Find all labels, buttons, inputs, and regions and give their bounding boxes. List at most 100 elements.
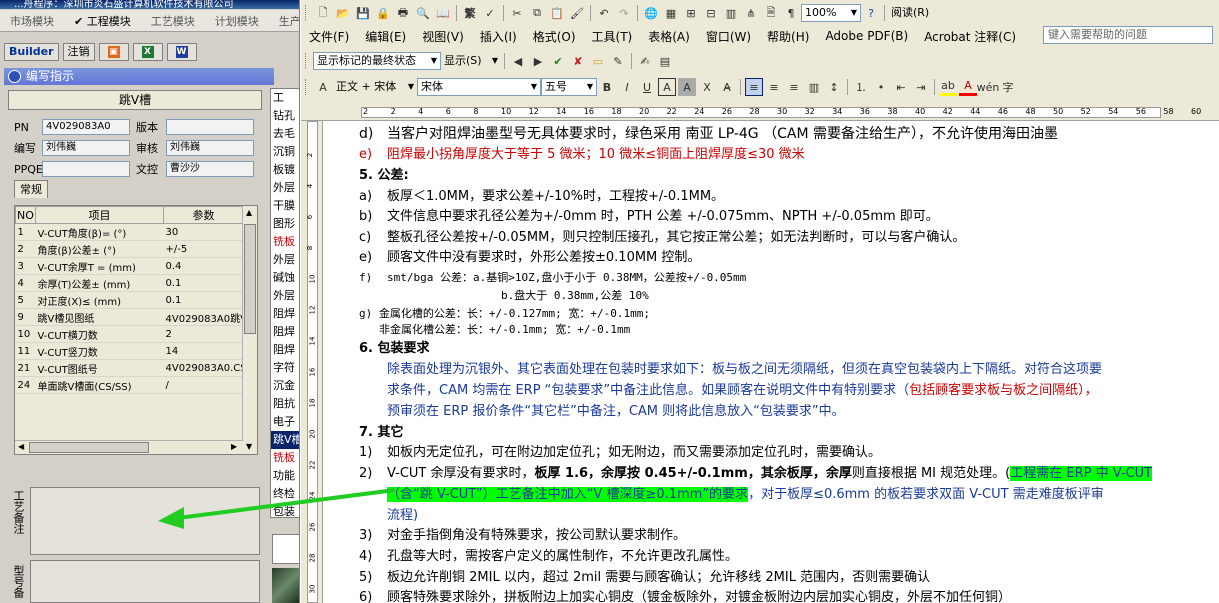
research-icon[interactable]: 📖 [434,4,452,22]
next-change-icon[interactable]: ▶ [529,52,547,70]
row-no[interactable]: 9 [15,308,36,326]
logout-button[interactable]: 注销 [62,43,95,61]
scroll-up-icon[interactable]: ▲ [246,208,252,217]
menu-item[interactable]: 窗口(W) [698,28,759,45]
row-item[interactable]: V-CUT角度(β)= (°) [35,223,164,241]
row-no[interactable]: 2 [15,240,36,258]
process-step-item[interactable]: 工 [271,89,299,107]
model-memo-field[interactable] [30,560,260,603]
trad-simp-icon[interactable]: 繁 [461,4,479,22]
enclose-char-icon[interactable]: 字 [999,78,1017,96]
char-border-icon[interactable]: A [658,78,676,96]
text-effects-icon[interactable]: A̴ [718,78,736,96]
line-spacing-icon[interactable]: ↕ [825,78,843,96]
font-size-select[interactable]: 五号 ▼ [541,78,597,96]
col-header-item[interactable]: 项目 [35,206,164,224]
table-row[interactable]: 5 对正度(X)≤ (mm) 0.1 [15,291,244,309]
tab-general[interactable]: 常规 [14,180,48,198]
table-row[interactable]: 3 V-CUT余厚T = (mm) 0.4 [15,257,244,275]
increase-indent-icon[interactable]: ⇥ [912,78,930,96]
track-changes-icon[interactable]: ✍ [636,52,654,70]
process-step-item[interactable]: 阻焊 [271,323,299,341]
word-icon-button[interactable]: W [166,43,197,61]
table-row[interactable]: 4 余厚(T)公差± (mm) 0.1 [15,274,244,292]
row-no[interactable]: 24 [15,376,36,394]
print-preview-icon[interactable]: 🔍 [414,4,432,22]
col-header-param[interactable]: 参数 [163,206,244,224]
menu-item[interactable]: 工具(T) [584,28,641,45]
style-select[interactable]: 正文 + 宋体 ▼ [333,78,417,96]
scroll-left-icon[interactable]: ◀ [18,442,24,451]
hyperlink-icon[interactable]: 🌐 [642,4,660,22]
row-param[interactable]: 4V029083A0.CS [163,359,244,377]
module-tab-engineering[interactable]: ✔ 工程模块 [64,13,141,29]
row-param[interactable]: 0.4 [163,257,244,275]
align-right-icon[interactable]: ≡ [785,78,803,96]
process-step-item[interactable]: 外层 [271,251,299,269]
form-icon-button[interactable]: ▣ [98,43,129,61]
reject-change-icon[interactable]: ✘ [569,52,587,70]
module-tab-production[interactable]: 生产模 [269,13,299,29]
process-step-item[interactable]: 沉铜 [271,143,299,161]
help-search-input[interactable]: 键入需要帮助的问题 [1043,26,1213,44]
row-param[interactable]: 30 [163,223,244,241]
new-comment-icon[interactable]: ▭ [589,52,607,70]
italic-icon[interactable]: I [618,78,636,96]
process-step-item[interactable]: 板镀 [271,161,299,179]
styles-pane-icon[interactable]: A [314,78,332,96]
row-param[interactable]: 4V029083A0跳V [163,308,244,326]
drawing-icon[interactable]: ⋔ [742,4,760,22]
distributed-icon[interactable]: ▥ [805,78,823,96]
process-step-item[interactable]: 阻焊 [271,341,299,359]
process-step-item[interactable]: 图形 [271,215,299,233]
row-item[interactable]: 单面跳V槽面(CS/SS) [35,376,164,394]
row-no[interactable]: 1 [15,223,36,241]
module-tab-planning[interactable]: 计划模块 [205,13,269,29]
row-item[interactable]: 余厚(T)公差± (mm) [35,274,164,292]
row-item[interactable]: V-CUT余厚T = (mm) [35,257,164,275]
reviewer-field[interactable]: 刘伟巍 [166,140,254,156]
permission-icon[interactable]: 🔒 [374,4,392,22]
table-row[interactable]: 1 V-CUT角度(β)= (°) 30 [15,223,244,241]
undo-icon[interactable]: ↶ [595,4,613,22]
process-step-item[interactable]: 沉金 [271,377,299,395]
row-no[interactable]: 10 [15,325,36,343]
pn-field[interactable]: 4V029083A0 [42,119,130,135]
copy-icon[interactable]: ⧉ [528,4,546,22]
row-param[interactable]: 14 [163,342,244,360]
table-row[interactable]: 10 V-CUT横刀数 2 [15,325,244,343]
spelling-icon[interactable]: ✓ [481,4,499,22]
table-row[interactable]: 2 角度(β)公差± (°) +/-5 [15,240,244,258]
document-map-icon[interactable]: 🗎 [762,4,780,22]
open-icon[interactable]: 📂 [334,4,352,22]
font-select[interactable]: 宋体 ▼ [417,78,541,96]
insert-table-icon[interactable]: ⊞ [682,4,700,22]
process-step-item[interactable]: 电子 [271,413,299,431]
columns-icon[interactable]: ▥ [722,4,740,22]
process-step-item[interactable]: 功能 [271,467,299,485]
bold-icon[interactable]: B [598,78,616,96]
table-vertical-scrollbar[interactable]: ▲ ▼ [242,206,257,454]
row-param[interactable]: / [163,376,244,394]
markup-mode-select[interactable]: 显示标记的最终状态 ▼ [313,52,441,70]
accept-change-icon[interactable]: ✔ [549,52,567,70]
highlight-icon[interactable]: ✎ [609,52,627,70]
show-menu-button[interactable]: 显示(S) ▼ [441,52,501,70]
menu-item[interactable]: Adobe PDF(B) [817,29,916,43]
process-step-item[interactable]: 碱蚀 [271,269,299,287]
save-icon[interactable]: 💾 [354,4,372,22]
row-no[interactable]: 4 [15,274,36,292]
writer-field[interactable]: 刘伟巍 [42,140,130,156]
table-row[interactable]: 9 跳V槽见图纸 4V029083A0跳V [15,308,244,326]
row-item[interactable]: V-CUT图纸号 [35,359,164,377]
menu-item[interactable]: 文件(F) [301,28,357,45]
table-row[interactable]: 11 V-CUT竖刀数 14 [15,342,244,360]
table-row[interactable]: 24 单面跳V槽面(CS/SS) / [15,376,244,394]
read-button[interactable]: 阅读(R) [888,4,958,22]
row-item[interactable]: 对正度(X)≤ (mm) [35,291,164,309]
hscroll-thumb[interactable] [29,442,149,453]
row-item[interactable]: V-CUT横刀数 [35,325,164,343]
char-shading-icon[interactable]: A [678,78,696,96]
bullets-icon[interactable]: • [872,78,890,96]
ppqe-field[interactable] [42,161,130,177]
